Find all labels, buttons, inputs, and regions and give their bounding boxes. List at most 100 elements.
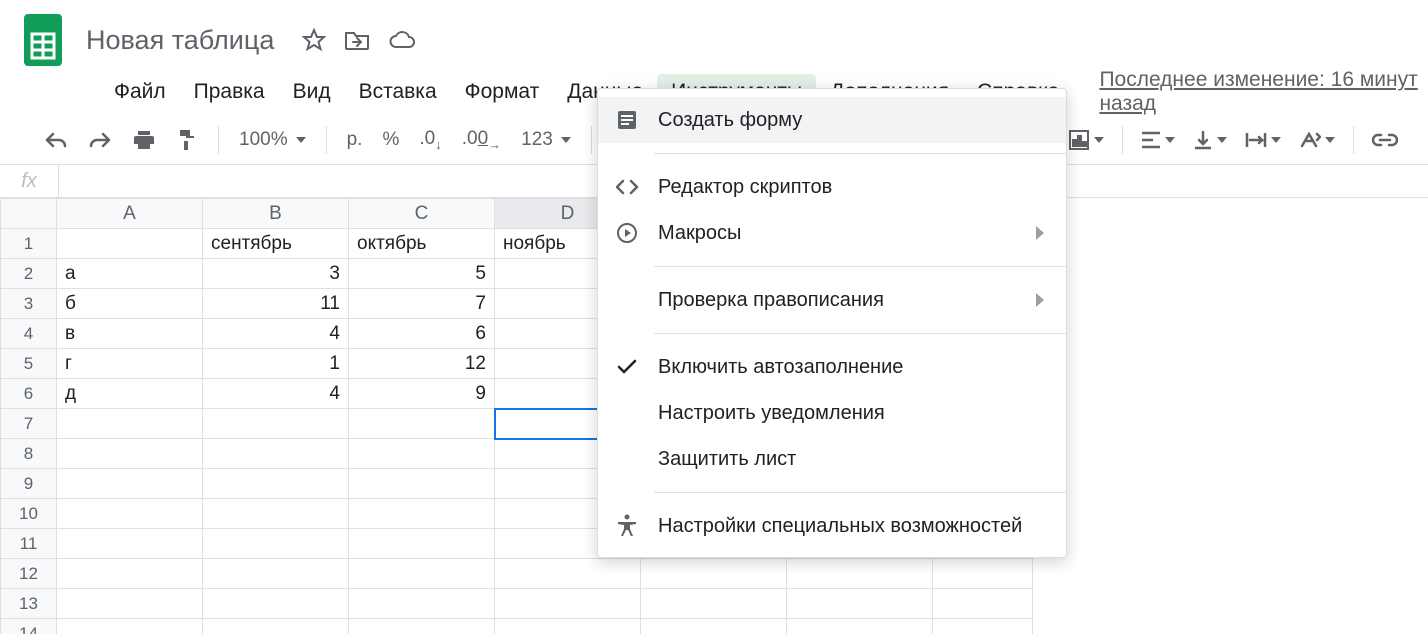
cell[interactable] [203, 559, 349, 589]
row-header[interactable]: 14 [1, 619, 57, 634]
move-icon[interactable] [344, 28, 370, 52]
cell[interactable] [57, 589, 203, 619]
cell[interactable]: в [57, 319, 203, 349]
menu-item-правка[interactable]: Правка [180, 74, 279, 110]
row-header[interactable]: 3 [1, 289, 57, 319]
cell[interactable] [349, 559, 495, 589]
cell[interactable] [349, 499, 495, 529]
star-icon[interactable] [302, 28, 326, 52]
cell[interactable] [203, 619, 349, 634]
menu-item[interactable]: Создать форму [598, 97, 1066, 143]
cell[interactable]: 11 [203, 289, 349, 319]
cell[interactable] [495, 619, 641, 634]
cell[interactable]: а [57, 259, 203, 289]
menu-item[interactable]: Включить автозаполнение [598, 344, 1066, 390]
currency-button[interactable]: р. [347, 129, 363, 151]
menu-item[interactable]: Проверка правописания [598, 277, 1066, 323]
text-rotation-button[interactable] [1299, 130, 1335, 150]
select-all-corner[interactable] [1, 199, 57, 229]
redo-icon[interactable] [88, 130, 112, 150]
cell[interactable] [57, 619, 203, 634]
column-header-A[interactable]: A [57, 199, 203, 229]
column-header-C[interactable]: C [349, 199, 495, 229]
cell[interactable]: 7 [349, 289, 495, 319]
cell[interactable] [203, 499, 349, 529]
cell[interactable] [57, 229, 203, 259]
cell[interactable]: 4 [203, 379, 349, 409]
last-edit-link[interactable]: Последнее изменение: 16 минут назад [1099, 68, 1428, 116]
cell[interactable] [641, 589, 787, 619]
menu-item[interactable]: Макросы [598, 210, 1066, 256]
row-header[interactable]: 2 [1, 259, 57, 289]
row-header[interactable]: 5 [1, 349, 57, 379]
cell[interactable]: 6 [349, 319, 495, 349]
cell[interactable] [641, 619, 787, 634]
insert-link-icon[interactable] [1372, 133, 1398, 147]
cell[interactable]: г [57, 349, 203, 379]
cell[interactable]: 1 [203, 349, 349, 379]
cell[interactable]: 9 [349, 379, 495, 409]
cell[interactable] [57, 529, 203, 559]
cell[interactable] [933, 559, 1033, 589]
column-header-B[interactable]: B [203, 199, 349, 229]
zoom-selector[interactable]: 100% [239, 129, 306, 151]
menu-item[interactable]: Настройки специальных возможностей [598, 503, 1066, 549]
text-wrap-button[interactable] [1245, 131, 1281, 149]
cell[interactable] [57, 409, 203, 439]
cell[interactable] [349, 529, 495, 559]
cloud-icon[interactable] [388, 28, 416, 52]
decrease-decimal-button[interactable]: .0↓ [419, 128, 441, 152]
row-header[interactable]: 9 [1, 469, 57, 499]
cell[interactable] [933, 589, 1033, 619]
cell[interactable] [349, 619, 495, 634]
row-header[interactable]: 4 [1, 319, 57, 349]
insert-chart-button[interactable] [1068, 129, 1104, 151]
cell[interactable] [495, 559, 641, 589]
menu-item-вставка[interactable]: Вставка [345, 74, 451, 110]
row-header[interactable]: 6 [1, 379, 57, 409]
cell[interactable] [57, 559, 203, 589]
cell[interactable] [203, 469, 349, 499]
cell[interactable] [349, 589, 495, 619]
menu-item[interactable]: Защитить лист [598, 436, 1066, 482]
cell[interactable] [57, 499, 203, 529]
menu-item-файл[interactable]: Файл [100, 74, 180, 110]
cell[interactable]: 4 [203, 319, 349, 349]
cell[interactable] [57, 439, 203, 469]
number-format-selector[interactable]: 123 [521, 129, 571, 151]
vertical-align-button[interactable] [1193, 130, 1227, 150]
menu-item[interactable]: Настроить уведомления [598, 390, 1066, 436]
cell[interactable] [57, 469, 203, 499]
menu-item-вид[interactable]: Вид [279, 74, 345, 110]
doc-name[interactable]: Новая таблица [80, 23, 280, 58]
increase-decimal-button[interactable]: .00→ [462, 128, 501, 152]
row-header[interactable]: 1 [1, 229, 57, 259]
cell[interactable] [203, 439, 349, 469]
cell[interactable]: 5 [349, 259, 495, 289]
row-header[interactable]: 8 [1, 439, 57, 469]
cell[interactable] [349, 409, 495, 439]
cell[interactable] [203, 409, 349, 439]
row-header[interactable]: 11 [1, 529, 57, 559]
cell[interactable] [787, 559, 933, 589]
horizontal-align-button[interactable] [1141, 131, 1175, 149]
cell[interactable]: б [57, 289, 203, 319]
undo-icon[interactable] [44, 130, 68, 150]
cell[interactable] [787, 619, 933, 634]
print-icon[interactable] [132, 129, 156, 151]
cell[interactable] [349, 439, 495, 469]
row-header[interactable]: 12 [1, 559, 57, 589]
cell[interactable] [349, 469, 495, 499]
menu-item-формат[interactable]: Формат [451, 74, 554, 110]
paint-format-icon[interactable] [176, 128, 198, 152]
cell[interactable] [787, 589, 933, 619]
cell[interactable]: 12 [349, 349, 495, 379]
cell[interactable] [495, 589, 641, 619]
row-header[interactable]: 10 [1, 499, 57, 529]
cell[interactable]: 3 [203, 259, 349, 289]
cell[interactable] [641, 559, 787, 589]
cell[interactable] [203, 529, 349, 559]
sheets-logo[interactable] [20, 8, 66, 72]
row-header[interactable]: 13 [1, 589, 57, 619]
menu-item[interactable]: Редактор скриптов [598, 164, 1066, 210]
